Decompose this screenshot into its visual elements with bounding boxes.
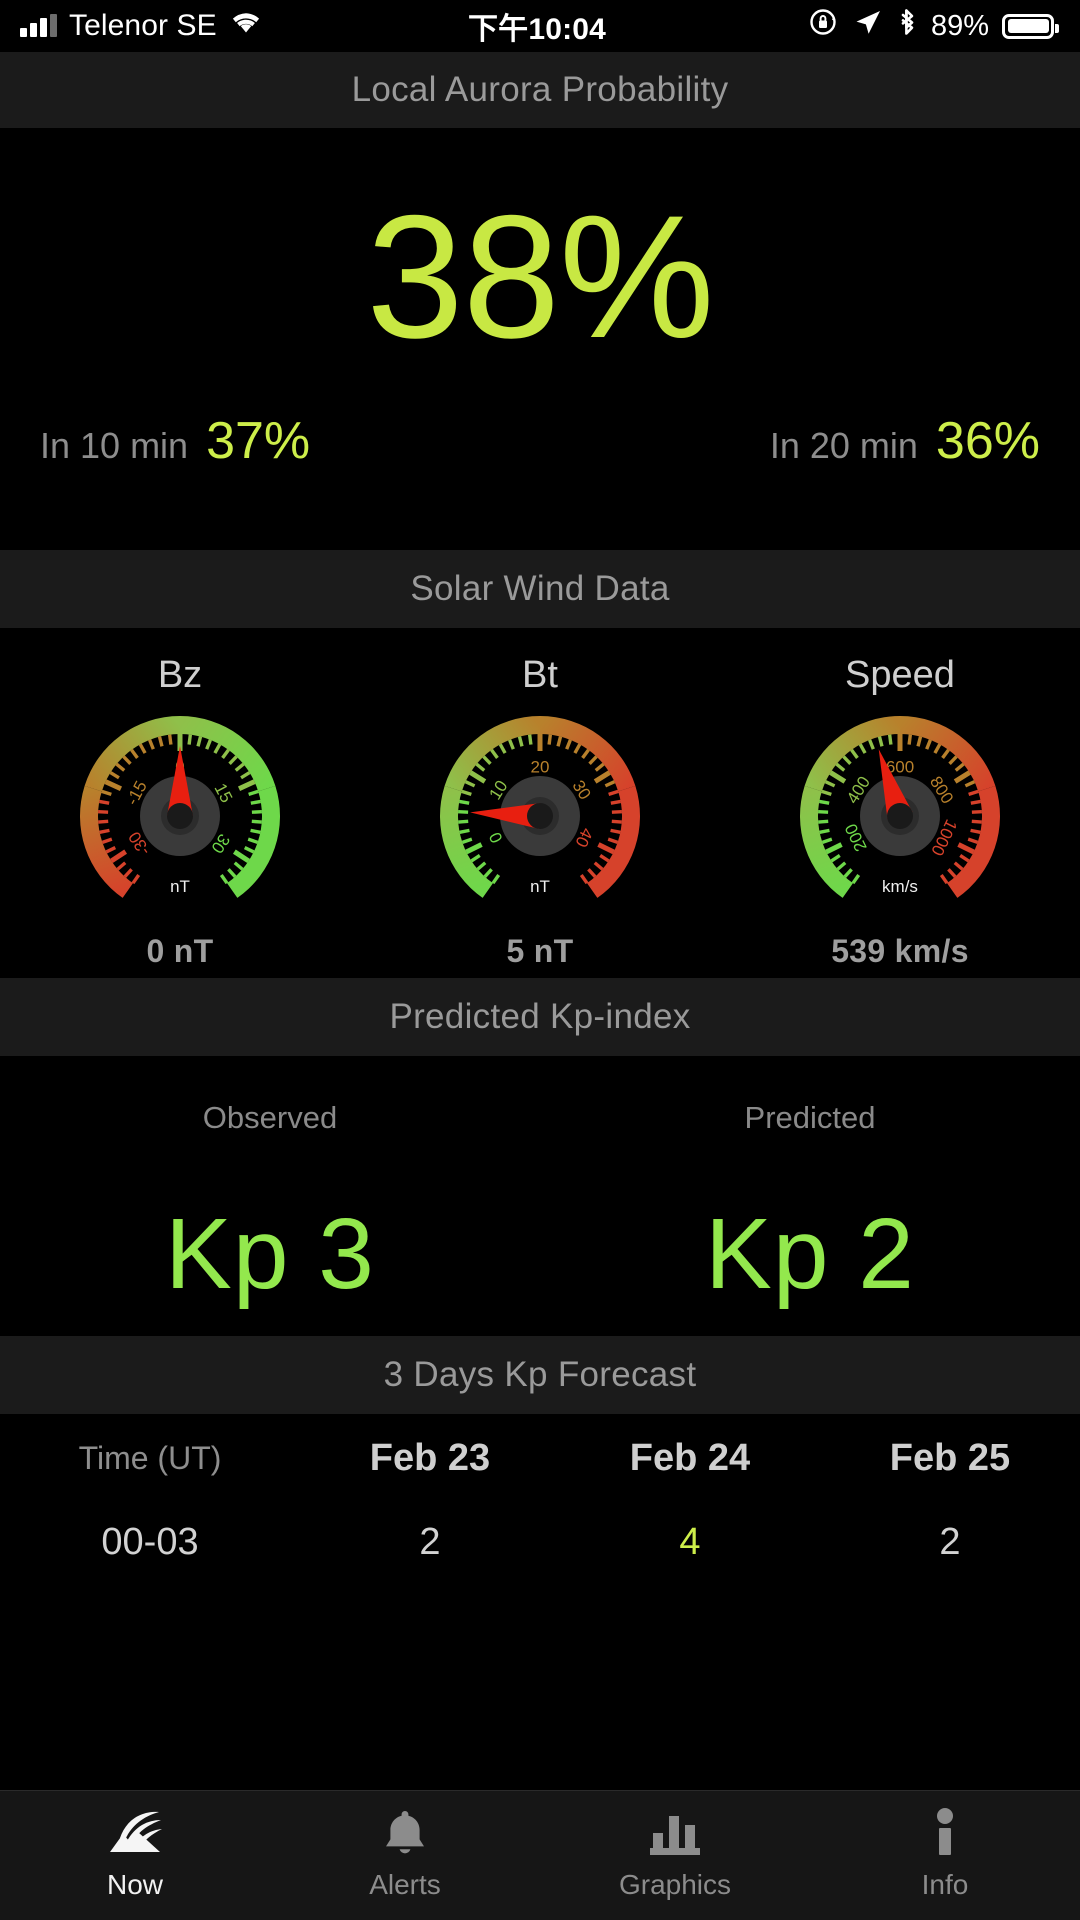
location-arrow-icon: [853, 7, 883, 45]
probability-in-20-min-value: 36%: [935, 412, 1040, 470]
tab-label-now: Now: [106, 1869, 163, 1900]
gauge-title-bz: Bz: [157, 654, 203, 696]
forecast-row-value-2: 2: [939, 1520, 961, 1563]
svg-text:nT: nT: [170, 877, 190, 896]
kp-observed: Observed Kp 3: [0, 1100, 540, 1336]
gauge-title-bt: Bt: [522, 654, 558, 696]
section-header-kp: Predicted Kp-index: [0, 978, 1080, 1056]
gauge-speed: Speed 200 400 600 800 1000 km/s 539 km/s: [720, 654, 1080, 978]
probability-in-10-min-value: 37%: [206, 412, 311, 470]
battery-percent: 89%: [930, 9, 990, 42]
gauge-value-bt: 5 nT: [506, 933, 574, 969]
app-screen: Telenor SE 下午10:04 89% Local Aurora Prob…: [0, 0, 1080, 1920]
probability-in-10-min-label: In 10 min: [40, 425, 189, 466]
tab-now[interactable]: Now: [0, 1805, 270, 1901]
kp-observed-value: Kp 3: [165, 1198, 375, 1310]
kp-block: Observed Kp 3 Predicted Kp 2: [0, 1056, 1080, 1336]
gauge-dial-speed: 200 400 600 800 1000 km/s: [795, 711, 1005, 921]
section-header-forecast: 3 Days Kp Forecast: [0, 1336, 1080, 1414]
kp-predicted-value: Kp 2: [705, 1198, 915, 1310]
forecast-row-time: 00-03: [101, 1520, 199, 1563]
status-bar-clock: 下午10:04: [467, 13, 607, 46]
section-header-kp-label: Predicted Kp-index: [389, 997, 691, 1036]
forecast-day-header-2: Feb 25: [889, 1436, 1011, 1479]
bell-icon[interactable]: [382, 1805, 428, 1861]
status-bar-left: Telenor SE: [20, 9, 468, 43]
tab-info[interactable]: Info: [810, 1805, 1080, 1901]
tab-graphics[interactable]: Graphics: [540, 1805, 810, 1901]
aurora-icon[interactable]: [107, 1805, 163, 1861]
section-header-solar-wind-label: Solar Wind Data: [410, 569, 670, 608]
gauge-value-bz: 0 nT: [146, 933, 214, 969]
probability-current-value: 38%: [366, 180, 714, 375]
bar-chart-icon[interactable]: [648, 1805, 702, 1861]
signal-bars-icon: [20, 14, 57, 37]
forecast-time-header: Time (UT): [78, 1439, 222, 1476]
tab-label-info: Info: [921, 1869, 969, 1900]
gauge-dial-bz: -30-1501530nT: [75, 711, 285, 921]
gauge-bz: Bz -30-1501530nT 0 nT: [0, 654, 360, 978]
kp-predicted: Predicted Kp 2: [540, 1100, 1080, 1336]
solar-wind-gauges: Bz -30-1501530nT 0 nT Bt 010203040nT 5 nT Sp…: [0, 628, 1080, 978]
carrier-name: Telenor SE: [69, 9, 217, 42]
forecast-row: 00-03 2 4 2: [0, 1502, 1080, 1582]
gauge-value-speed: 539 km/s: [831, 933, 969, 969]
bluetooth-icon: [896, 6, 918, 46]
status-bar: Telenor SE 下午10:04 89%: [0, 0, 1080, 52]
svg-text:km/s: km/s: [882, 877, 918, 896]
section-header-probability-label: Local Aurora Probability: [351, 70, 729, 109]
tab-label-alerts: Alerts: [369, 1869, 441, 1900]
probability-in-10-min: In 10 min 37%: [40, 411, 310, 471]
probability-in-20-min: In 20 min 36%: [770, 411, 1040, 471]
forecast-body: 00-03 2 4 2: [0, 1502, 1080, 1582]
wifi-icon: [229, 9, 263, 43]
forecast-row-value-0: 2: [419, 1520, 441, 1563]
gauge-dial-bt: 0 10 20 30 40 nT: [435, 711, 645, 921]
gauge-bt: Bt 0 10 20 30 40 nT 5 nT: [360, 654, 720, 978]
forecast-day-header-1: Feb 24: [629, 1436, 751, 1479]
tab-bar: Now Alerts Graphics Info: [0, 1790, 1080, 1920]
rotation-lock-icon: [808, 6, 840, 46]
info-icon[interactable]: [932, 1805, 958, 1861]
tab-label-graphics: Graphics: [618, 1869, 732, 1900]
svg-text:nT: nT: [530, 877, 550, 896]
kp-observed-label: Observed: [202, 1100, 338, 1135]
forecast-table[interactable]: Time (UT) Feb 23 Feb 24 Feb 25 00-03 2 4 2: [0, 1414, 1080, 1582]
tab-alerts[interactable]: Alerts: [270, 1805, 540, 1901]
forecast-header-row: Time (UT) Feb 23 Feb 24 Feb 25: [0, 1414, 1080, 1502]
section-header-probability: Local Aurora Probability: [0, 52, 1080, 128]
kp-predicted-label: Predicted: [744, 1100, 876, 1135]
section-header-forecast-label: 3 Days Kp Forecast: [383, 1355, 697, 1394]
forecast-row-value-1: 4: [679, 1520, 701, 1563]
forecast-day-header-0: Feb 23: [369, 1436, 491, 1479]
svg-text:20: 20: [531, 758, 550, 777]
probability-in-20-min-label: In 20 min: [769, 425, 918, 466]
status-bar-right: 89%: [606, 6, 1060, 46]
section-header-solar-wind: Solar Wind Data: [0, 550, 1080, 628]
probability-block: 38% In 10 min 37% In 20 min 36%: [0, 128, 1080, 550]
battery-icon: [1002, 13, 1060, 39]
gauge-title-speed: Speed: [845, 654, 955, 696]
probability-forecast-row: In 10 min 37% In 20 min 36%: [0, 411, 1080, 471]
